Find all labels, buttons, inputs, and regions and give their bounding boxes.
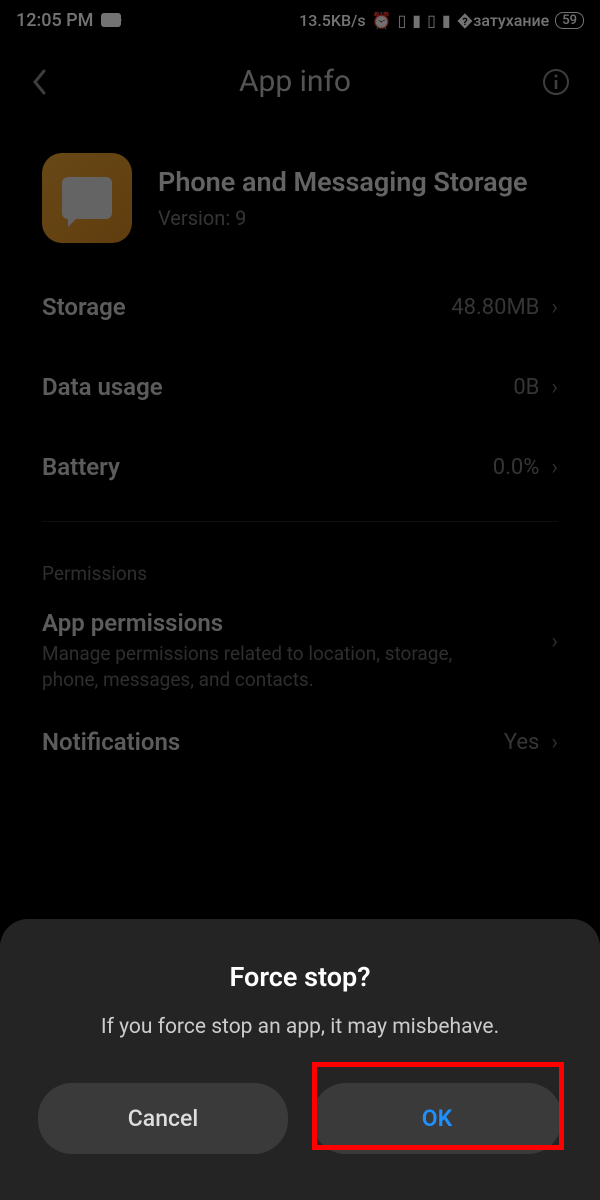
dialog-message: If you force stop an app, it may misbeha… xyxy=(32,1015,568,1039)
permissions-section-label: Permissions xyxy=(0,536,600,595)
app-permissions-subtitle: Manage permissions related to location, … xyxy=(42,641,502,692)
app-permissions-title: App permissions xyxy=(42,609,502,637)
battery-row[interactable]: Battery 0.0% › xyxy=(0,427,600,507)
ok-button[interactable]: OK xyxy=(312,1083,562,1154)
signal-icon-2: ▮ xyxy=(442,11,451,30)
app-version: Version: 9 xyxy=(158,206,528,230)
camera-icon xyxy=(101,13,121,27)
battery-value: 0.0% xyxy=(493,455,540,480)
notifications-label: Notifications xyxy=(42,728,180,756)
chevron-right-icon: › xyxy=(551,629,558,654)
info-button[interactable] xyxy=(542,68,570,96)
back-button[interactable] xyxy=(30,67,48,97)
status-time: 12:05 PM xyxy=(16,10,93,31)
cancel-button[interactable]: Cancel xyxy=(38,1083,288,1154)
dialog-title: Force stop? xyxy=(32,961,568,993)
chevron-right-icon: › xyxy=(551,730,558,755)
page-title: App info xyxy=(239,64,351,99)
notifications-row[interactable]: Notifications Yes › xyxy=(0,702,600,782)
storage-label: Storage xyxy=(42,293,126,321)
wifi-icon: �затухание xyxy=(457,11,549,30)
force-stop-dialog: Force stop? If you force stop an app, it… xyxy=(0,919,600,1200)
battery-label: Battery xyxy=(42,453,120,481)
battery-indicator: 59 xyxy=(555,12,584,29)
notifications-value: Yes xyxy=(504,730,540,755)
app-icon xyxy=(42,153,132,243)
data-usage-row[interactable]: Data usage 0B › xyxy=(0,347,600,427)
storage-row[interactable]: Storage 48.80MB › xyxy=(0,267,600,347)
data-usage-value: 0B xyxy=(513,375,539,400)
storage-value: 48.80MB xyxy=(451,295,539,320)
volte-icon: ▯ xyxy=(397,11,406,30)
chevron-right-icon: › xyxy=(551,455,558,480)
divider xyxy=(42,521,558,522)
app-name: Phone and Messaging Storage xyxy=(158,166,528,200)
app-permissions-row[interactable]: App permissions Manage permissions relat… xyxy=(0,595,600,702)
network-speed: 13.5KB/s xyxy=(299,11,365,30)
alarm-icon: ⏰ xyxy=(372,11,392,30)
data-usage-label: Data usage xyxy=(42,373,163,401)
signal-icon: ▮ xyxy=(412,11,421,30)
chevron-right-icon: › xyxy=(551,375,558,400)
chevron-right-icon: › xyxy=(551,295,558,320)
app-header: App info xyxy=(0,40,600,117)
volte-icon-2: ▯ xyxy=(427,11,436,30)
status-bar: 12:05 PM 13.5KB/s ⏰ ▯ ▮ ▯ ▮ �затухание 5… xyxy=(0,0,600,40)
app-summary: Phone and Messaging Storage Version: 9 xyxy=(0,117,600,267)
